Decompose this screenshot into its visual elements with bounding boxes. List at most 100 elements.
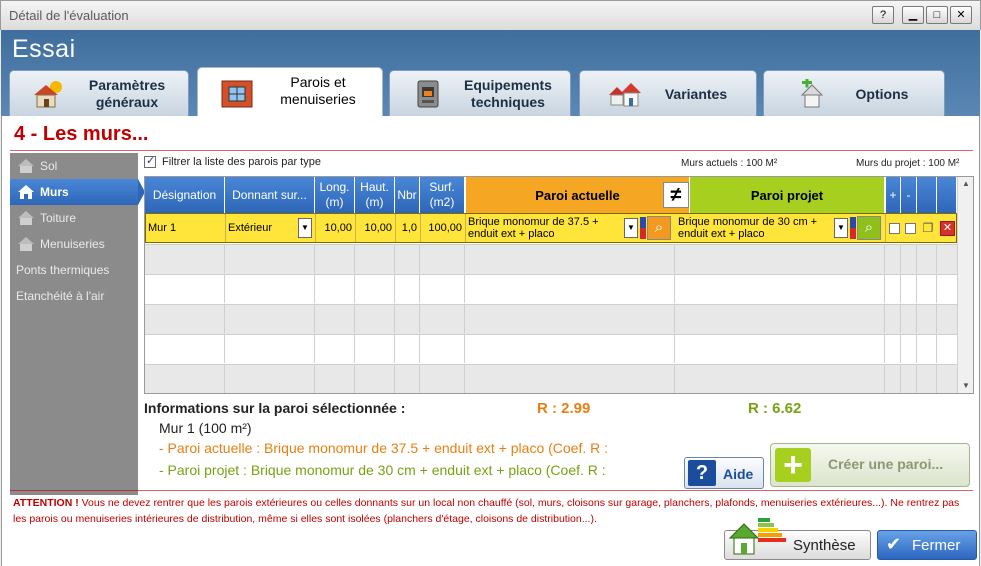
- chevron-down-icon[interactable]: ▼: [298, 218, 312, 238]
- empty-cell: [901, 335, 917, 363]
- scroll-down-icon[interactable]: ▼: [958, 379, 973, 393]
- table-row[interactable]: [145, 364, 957, 393]
- not-equal-icon[interactable]: ≠: [663, 182, 689, 208]
- empty-cell: [465, 305, 675, 333]
- murs-actuels-total: Murs actuels : 100 M²: [681, 158, 778, 169]
- tab-options[interactable]: Options: [763, 70, 945, 116]
- empty-cell: [315, 365, 355, 393]
- question-icon: ?: [688, 460, 716, 486]
- empty-cell: [315, 245, 355, 273]
- empty-cell: [465, 365, 675, 393]
- empty-cell: [917, 305, 937, 333]
- empty-cell: [225, 275, 315, 303]
- help-button[interactable]: ?: [872, 6, 894, 24]
- table-row[interactable]: [145, 244, 957, 274]
- empty-cell: [355, 245, 395, 273]
- empty-cell: [465, 245, 675, 273]
- sidebar-item-label: Sol: [40, 159, 58, 173]
- cell-long[interactable]: 10,00: [316, 214, 356, 242]
- sidebar-item-label: Ponts thermiques: [16, 263, 110, 277]
- chevron-down-icon[interactable]: ▼: [624, 218, 638, 238]
- table-row[interactable]: [145, 274, 957, 304]
- creer-paroi-button[interactable]: + Créer une paroi...: [770, 443, 970, 487]
- tab-label: Paramètres généraux: [88, 77, 166, 110]
- table-scrollbar[interactable]: ▲ ▼: [957, 177, 973, 393]
- empty-cell: [885, 305, 901, 333]
- minimize-button[interactable]: ▁: [902, 6, 924, 24]
- tab-parois-menuiseries[interactable]: Parois et menuiseries: [197, 67, 383, 116]
- tab-equipements-techniques[interactable]: Equipements techniques: [389, 70, 571, 116]
- sidebar: Sol Murs Toiture Menuiseries Ponts therm…: [10, 153, 145, 495]
- window-title: Détail de l'évaluation: [9, 8, 129, 23]
- cell-donnant[interactable]: Extérieur ▼: [226, 214, 316, 242]
- sidebar-item-label: Murs: [40, 185, 69, 199]
- sidebar-item-murs[interactable]: Murs: [10, 179, 145, 205]
- paroi-projet-value: Brique monomur de 30 cm + enduit ext + p…: [678, 216, 818, 240]
- sidebar-item-toiture[interactable]: Toiture: [10, 205, 138, 231]
- empty-cell: [225, 305, 315, 333]
- window-titlebar: Détail de l'évaluation ? ▁ □ ✕: [0, 0, 981, 30]
- chevron-down-icon[interactable]: ▼: [834, 218, 848, 238]
- empty-cell: [917, 245, 937, 273]
- fermer-label: Fermer: [912, 537, 961, 554]
- content-panel: 4 - Les murs... Sol Murs Toiture Menuise…: [1, 116, 980, 566]
- empty-cell: [901, 365, 917, 393]
- table-row[interactable]: [145, 304, 957, 334]
- aide-button[interactable]: ? Aide: [684, 457, 764, 489]
- sidebar-item-label: Menuiseries: [40, 237, 105, 251]
- murs-projet-total: Murs du projet : 100 M²: [856, 158, 960, 169]
- minus-checkbox[interactable]: [905, 223, 916, 234]
- empty-cell: [420, 365, 465, 393]
- tab-variantes[interactable]: Variantes: [579, 70, 757, 116]
- empty-cell: [675, 245, 885, 273]
- col-header-delete: [937, 177, 957, 213]
- empty-cell: [675, 335, 885, 363]
- maximize-button[interactable]: □: [926, 6, 948, 24]
- col-header-plus: +: [886, 177, 901, 213]
- house-icon: [18, 185, 34, 199]
- donnant-value: Extérieur: [228, 222, 273, 234]
- empty-cell: [420, 275, 465, 303]
- sidebar-item-etancheite[interactable]: Etanchéité à l'air: [10, 283, 138, 309]
- tab-label: Equipements techniques: [464, 77, 552, 110]
- sidebar-item-menuiseries[interactable]: Menuiseries: [10, 231, 138, 257]
- empty-cell: [420, 305, 465, 333]
- empty-cell: [225, 245, 315, 273]
- empty-cell: [885, 275, 901, 303]
- filter-checkbox[interactable]: [144, 154, 156, 168]
- col-header-long: Long. (m): [315, 177, 355, 213]
- boiler-icon: [417, 80, 439, 108]
- sidebar-item-ponts-thermiques[interactable]: Ponts thermiques: [10, 257, 138, 283]
- cell-paroi-projet[interactable]: Brique monomur de 30 cm + enduit ext + p…: [676, 214, 886, 242]
- cell-nbr[interactable]: 1,0: [396, 214, 421, 242]
- copy-icon[interactable]: ❐: [921, 221, 935, 235]
- sidebar-item-sol[interactable]: Sol: [10, 153, 138, 179]
- col-header-minus: -: [901, 177, 917, 213]
- info-line-paroi-actuelle: - Paroi actuelle : Brique monomur de 37.…: [159, 440, 609, 456]
- empty-cell: [395, 275, 420, 303]
- cell-haut[interactable]: 10,00: [356, 214, 396, 242]
- sidebar-item-label: Etanchéité à l'air: [16, 289, 105, 303]
- table-row[interactable]: [145, 334, 957, 364]
- scroll-up-icon[interactable]: ▲: [958, 177, 973, 191]
- close-button[interactable]: ✕: [950, 6, 972, 24]
- empty-cell: [901, 275, 917, 303]
- empty-cell: [395, 305, 420, 333]
- empty-cell: [225, 335, 315, 363]
- magnifier-icon[interactable]: ⌕: [857, 216, 881, 240]
- energy-label-house-icon: [728, 518, 786, 555]
- empty-cell: [675, 275, 885, 303]
- house-icon: [18, 211, 34, 225]
- tab-parametres-generaux[interactable]: Paramètres généraux: [9, 70, 189, 116]
- plus-checkbox[interactable]: [889, 223, 900, 234]
- tab-label: Parois et menuiseries: [280, 74, 356, 107]
- magnifier-icon[interactable]: ⌕: [647, 216, 671, 240]
- cell-surf: 100,00: [421, 214, 466, 242]
- cell-paroi-actuelle[interactable]: Brique monomur de 37.5 + enduit ext + pl…: [466, 214, 676, 242]
- table-row-selected[interactable]: Mur 1 Extérieur ▼ 10,00 10,00 1,0 100,00…: [145, 213, 957, 243]
- fermer-button[interactable]: ✔ Fermer: [877, 530, 977, 560]
- empty-cell: [917, 335, 937, 363]
- delete-icon[interactable]: ✕: [940, 221, 955, 236]
- cell-designation[interactable]: Mur 1: [146, 214, 226, 242]
- empty-cell: [145, 275, 225, 303]
